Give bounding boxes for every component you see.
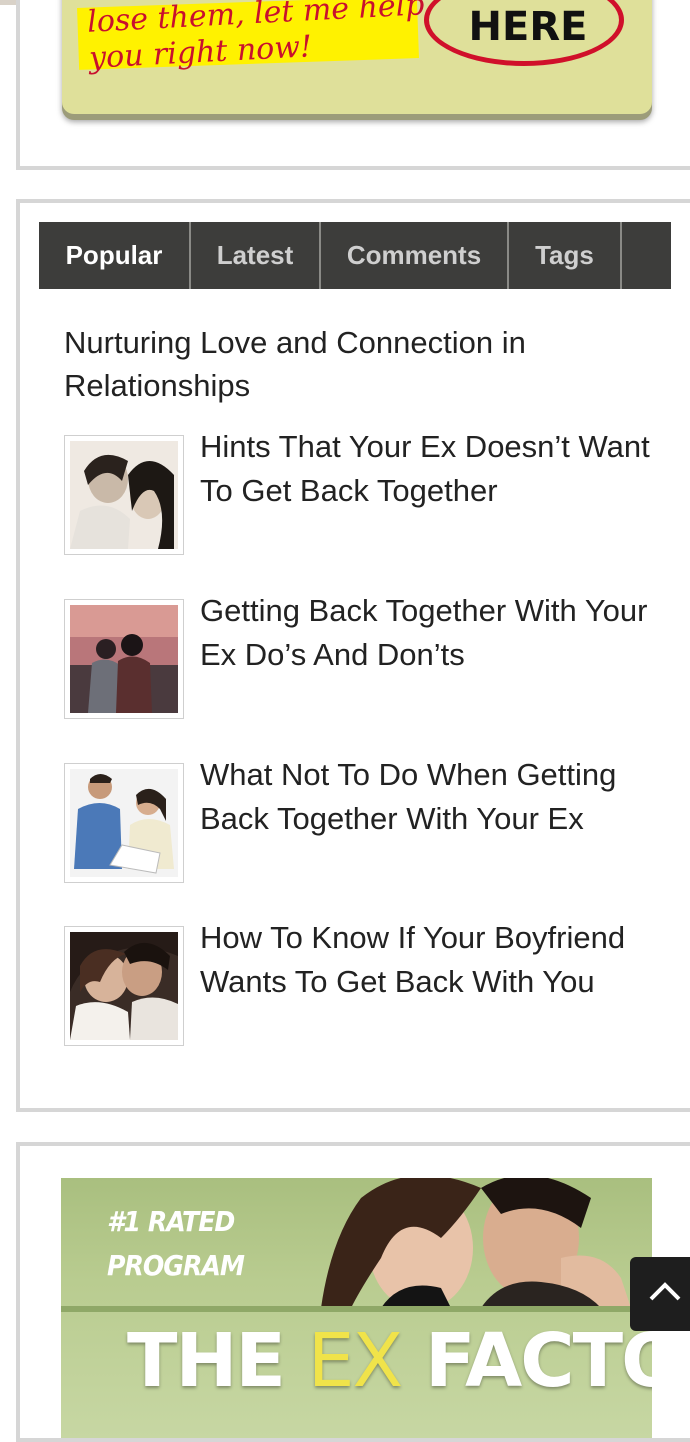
- banner-script-text: lose them, let me help you right now!: [86, 0, 426, 76]
- ex-factor-ad[interactable]: #1 RATED PROGRAM THE EX FACTOR: [61, 1178, 652, 1438]
- click-here-button[interactable]: CLICK HERE: [448, 0, 608, 50]
- ad-divider: [61, 1306, 652, 1312]
- ad-title-post: FACTOR: [424, 1318, 652, 1404]
- post-item[interactable]: How To Know If Your Boyfriend Wants To G…: [64, 920, 664, 1046]
- help-banner-ad[interactable]: lose them, let me help you right now! CL…: [62, 0, 652, 114]
- post-thumbnail[interactable]: [64, 599, 184, 719]
- post-item[interactable]: Hints That Your Ex Doesn’t Want To Get B…: [64, 429, 664, 555]
- post-title[interactable]: Hints That Your Ex Doesn’t Want To Get B…: [200, 425, 670, 513]
- chevron-up-icon: [649, 1282, 681, 1301]
- post-item[interactable]: What Not To Do When Getting Back Togethe…: [64, 757, 664, 883]
- ad-title-pre: THE: [127, 1318, 308, 1404]
- tab-bar: Popular Latest Comments Tags: [39, 222, 671, 289]
- post-thumbnail[interactable]: [64, 763, 184, 883]
- ad-title-ex: EX: [307, 1318, 403, 1404]
- couple-sunset-photo-icon: [70, 605, 178, 713]
- post-title[interactable]: Getting Back Together With Your Ex Do’s …: [200, 589, 670, 677]
- tab-tags[interactable]: Tags: [509, 222, 622, 289]
- couple-embrace-photo-icon: [70, 932, 178, 1040]
- popular-top-link[interactable]: Nurturing Love and Connection in Relatio…: [64, 321, 624, 407]
- ad-title: THE EX FACTOR: [127, 1318, 652, 1404]
- couple-photo-icon: [70, 441, 178, 549]
- tabbed-posts-widget: Popular Latest Comments Tags Nurturing L…: [16, 199, 690, 1112]
- banner-widget: lose them, let me help you right now! CL…: [16, 0, 690, 170]
- post-title[interactable]: What Not To Do When Getting Back Togethe…: [200, 753, 670, 841]
- tab-popular[interactable]: Popular: [39, 222, 191, 289]
- ad-rated-text: #1 RATED PROGRAM: [107, 1200, 245, 1288]
- post-thumbnail[interactable]: [64, 926, 184, 1046]
- couple-argument-photo-icon: [70, 769, 178, 877]
- ad-widget: #1 RATED PROGRAM THE EX FACTOR: [16, 1142, 690, 1442]
- ad-rated-line1: #1 RATED: [107, 1205, 235, 1238]
- tab-latest[interactable]: Latest: [191, 222, 321, 289]
- post-item[interactable]: Getting Back Together With Your Ex Do’s …: [64, 593, 664, 719]
- tab-comments[interactable]: Comments: [321, 222, 509, 289]
- ad-rated-line2: PROGRAM: [107, 1249, 245, 1282]
- scroll-to-top-button[interactable]: [630, 1257, 690, 1331]
- post-title[interactable]: How To Know If Your Boyfriend Wants To G…: [200, 916, 670, 1004]
- post-thumbnail[interactable]: [64, 435, 184, 555]
